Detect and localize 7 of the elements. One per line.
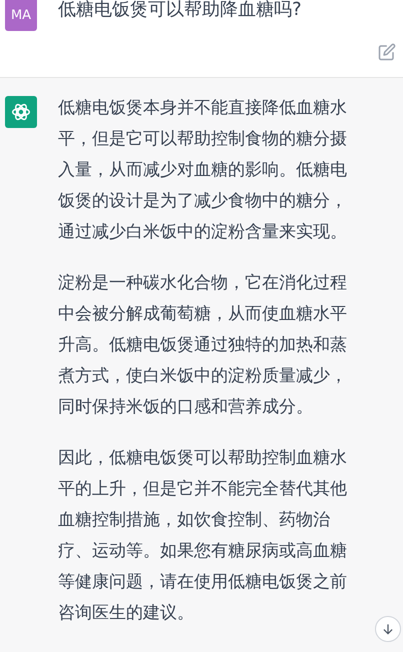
question-text: 低糖电饭煲可以帮助降血糖吗? [58,0,302,22]
knot-logo-icon [10,101,32,123]
answer-paragraph: 淀粉是一种碳水化合物，它在消化过程中会被分解成葡萄糖，从而使血糖水平升高。低糖电饭煲通过独特的加热和蒸煮方式，使白米饭中的淀粉质量减少，同时保持米饭的口感和营养成分。 [58,271,348,418]
answer-paragraph: 低糖电饭煲本身并不能直接降低血糖水平，但是它可以帮助控制食物的糖分摄入量，从而减少对血糖的影响。低糖电饭煲的设计是为了减少食物中的糖分，通过减少白米饭中的淀粉含量来实现。 [58,96,348,243]
answer-paragraph: 因此，低糖电饭煲可以帮助控制血糖水平的上升，但是它并不能完全替代其他血糖控制措施，如饮食控制、药物治疗、运动等。如果您有糖尿病或高血糖等健康问题，请在使用低糖电饭煲之前咨询医生的建议。 [58,446,348,624]
down-arrow-icon [381,622,395,636]
user-avatar: MA [5,0,37,31]
